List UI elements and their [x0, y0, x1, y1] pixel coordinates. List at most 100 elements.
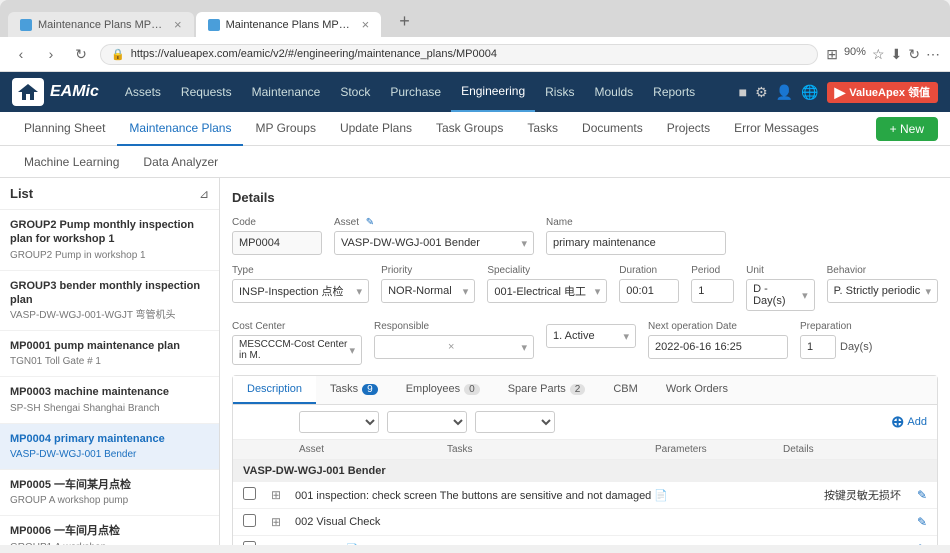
prep-field[interactable]: 1 [800, 335, 836, 359]
tab-cbm[interactable]: CBM [599, 376, 651, 404]
name-field[interactable]: primary maintenance [546, 231, 726, 255]
table-header: Asset Tasks Parameters Details [233, 440, 937, 460]
refresh2-icon[interactable]: ↻ [908, 46, 920, 63]
row-edit-2[interactable]: ✎ [917, 515, 927, 529]
nav-item-stock[interactable]: Stock [330, 72, 380, 112]
list-item[interactable]: MP0003 machine maintenance SP-SH Shengai… [0, 377, 219, 423]
list-item[interactable]: MP0005 一车间某月点检 GROUP A workshop pump [0, 470, 219, 516]
form-group-priority: Priority NOR-Normal ▾ [381, 265, 475, 303]
browser-tab-2[interactable]: Maintenance Plans MP0004 × [196, 12, 382, 37]
nav-item-assets[interactable]: Assets [115, 72, 171, 112]
qr-icon[interactable]: ⊞ [826, 46, 838, 63]
browser-toolbar: ‹ › ↻ 🔒 https://valueapex.com/eamic/v2/#… [0, 37, 950, 72]
row-checkbox-1[interactable] [243, 487, 263, 503]
asset-field[interactable]: VASP-DW-WGJ-001 Bender ▾ [334, 231, 534, 255]
list-item[interactable]: MP0001 pump maintenance plan TGN01 Toll … [0, 331, 219, 377]
new-tab-button[interactable]: + [383, 6, 426, 37]
duration-field[interactable]: 00:01 [619, 279, 679, 303]
nav-item-risks[interactable]: Risks [535, 72, 584, 112]
list-item[interactable]: MP0006 一车间月点检 GROUP1 A workshop [0, 516, 219, 545]
star-icon[interactable]: ☆ [872, 46, 885, 63]
checkbox-1[interactable] [243, 487, 256, 500]
user-icon[interactable]: 👤 [776, 84, 793, 101]
bell-icon[interactable]: ■ [739, 84, 747, 100]
tab-employees[interactable]: Employees 0 [392, 376, 494, 404]
subnav-planning[interactable]: Planning Sheet [12, 112, 117, 146]
tab-spareparts[interactable]: Spare Parts 2 [494, 376, 600, 404]
subnav-mpgroups[interactable]: MP Groups [243, 112, 327, 146]
filter-icon[interactable]: ⊿ [199, 187, 209, 201]
row-checkbox-3[interactable] [243, 541, 263, 545]
nav-right: ■ ⚙ 👤 🌐 ▶ ValueApex 领值 [739, 82, 938, 103]
tab-tasks[interactable]: Tasks 9 [316, 376, 392, 404]
form-group-duration: Duration 00:01 [619, 265, 679, 303]
edit-icon-2: ✎ [917, 515, 927, 529]
checkbox-3[interactable] [243, 541, 256, 545]
gear-icon[interactable]: ⚙ [755, 84, 768, 101]
priority-value: NOR-Normal [388, 285, 452, 297]
form-group-prep: Preparation 1 Day(s) [800, 321, 880, 359]
subnav-documents[interactable]: Documents [570, 112, 655, 146]
tab-close-2[interactable]: × [362, 17, 370, 32]
nav-item-requests[interactable]: Requests [171, 72, 242, 112]
row-edit-3[interactable]: ✎ [917, 542, 927, 545]
th-parameters: Parameters [655, 444, 775, 455]
parameters-filter-dropdown[interactable] [475, 411, 555, 433]
form-group-status: 1. Active ▾ [546, 321, 636, 348]
nav-item-engineering[interactable]: Engineering [451, 72, 535, 112]
row-checkbox-2[interactable] [243, 514, 263, 530]
nav-item-maintenance[interactable]: Maintenance [242, 72, 331, 112]
nav-item-moulds[interactable]: Moulds [584, 72, 643, 112]
asset-edit-icon[interactable]: ✎ [366, 217, 374, 228]
type-field[interactable]: INSP-Inspection 点检 ▾ [232, 279, 369, 303]
nextop-field[interactable]: 2022-06-16 16:25 [648, 335, 788, 359]
priority-field[interactable]: NOR-Normal ▾ [381, 279, 475, 303]
globe-icon[interactable]: 🌐 [801, 84, 818, 101]
tasks-filter-dropdown[interactable] [387, 411, 467, 433]
subnav-taskgroups[interactable]: Task Groups [424, 112, 515, 146]
nav-item-purchase[interactable]: Purchase [380, 72, 451, 112]
menu-icon[interactable]: ⋯ [926, 46, 940, 63]
subnav-errormessages[interactable]: Error Messages [722, 112, 831, 146]
checkbox-2[interactable] [243, 514, 256, 527]
status-field[interactable]: 1. Active ▾ [546, 324, 636, 348]
add-button[interactable]: ⊕ Add [891, 412, 927, 432]
specialty-field[interactable]: 001-Electrical 电工 ▾ [487, 279, 607, 303]
unit-field[interactable]: D - Day(s) ▾ [746, 279, 815, 311]
add-label: Add [907, 416, 927, 428]
subnav-maintplans[interactable]: Maintenance Plans [117, 112, 243, 146]
subnav2-machinelearning[interactable]: Machine Learning [12, 146, 131, 178]
tab-close-1[interactable]: × [174, 17, 182, 32]
subnav2-dataanalyzer[interactable]: Data Analyzer [131, 146, 230, 178]
list-item[interactable]: GROUP2 Pump monthly inspection plan for … [0, 210, 219, 271]
tab-description[interactable]: Description [233, 376, 316, 404]
form-group-specialty: Speciality 001-Electrical 电工 ▾ [487, 265, 607, 303]
back-button[interactable]: ‹ [10, 43, 32, 65]
browser-tab-1[interactable]: Maintenance Plans MP0003 × [8, 12, 194, 37]
form-group-name: Name primary maintenance [546, 217, 726, 255]
subnav-tasks[interactable]: Tasks [515, 112, 570, 146]
responsible-clear-icon[interactable]: × [448, 341, 454, 353]
behavior-field[interactable]: P. Strictly periodic ▾ [827, 279, 938, 303]
forward-button[interactable]: › [40, 43, 62, 65]
list-item[interactable]: GROUP3 bender monthly inspection plan VA… [0, 271, 219, 332]
nav-item-reports[interactable]: Reports [643, 72, 705, 112]
costcenter-field[interactable]: MESCCCM-Cost Center in M. ▾ [232, 335, 362, 365]
subnav-updateplans[interactable]: Update Plans [328, 112, 424, 146]
type-dropdown-icon: ▾ [357, 285, 363, 298]
responsible-field[interactable]: × ▾ [374, 335, 534, 359]
behavior-label: Behavior [827, 265, 938, 276]
subnav-projects[interactable]: Projects [655, 112, 722, 146]
period-field[interactable]: 1 [691, 279, 734, 303]
row-edit-1[interactable]: ✎ [917, 488, 927, 502]
asset-filter-dropdown[interactable] [299, 411, 379, 433]
refresh-button[interactable]: ↻ [70, 43, 92, 65]
tab-workorders[interactable]: Work Orders [652, 376, 742, 404]
new-button[interactable]: + New [876, 117, 938, 141]
list-item-active[interactable]: MP0004 primary maintenance VASP-DW-WGJ-0… [0, 424, 219, 470]
row-grid-icon-3: ⊞ [271, 542, 287, 545]
address-bar[interactable]: 🔒 https://valueapex.com/eamic/v2/#/engin… [100, 44, 818, 65]
edit-icon-1: ✎ [917, 488, 927, 502]
download-icon[interactable]: ⬇ [891, 46, 903, 63]
form-group-period: Period 1 [691, 265, 734, 303]
